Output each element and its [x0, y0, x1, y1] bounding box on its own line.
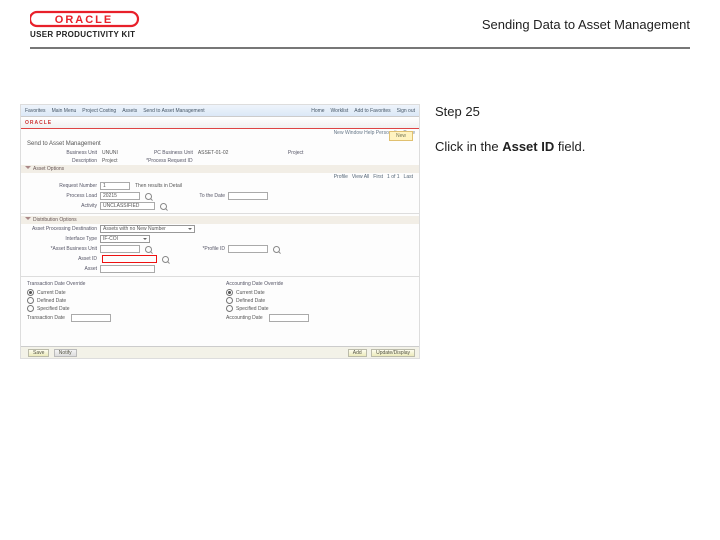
oracle-wordmark: ORACLE [30, 10, 140, 28]
update-button[interactable]: Update/Display [371, 349, 415, 357]
todate-input[interactable] [228, 192, 268, 200]
aubu-input[interactable] [100, 245, 140, 253]
page-title: Sending Data to Asset Management [482, 17, 690, 32]
acctdate-input[interactable] [269, 314, 309, 322]
last-link[interactable]: Last [404, 174, 413, 180]
profid-label: *Profile ID [155, 246, 225, 252]
procload-input[interactable]: 20215 [100, 192, 140, 200]
assetid-label: Asset ID [27, 256, 97, 262]
nav-main-menu[interactable]: Main Menu [52, 108, 77, 114]
range-text: 1 of 1 [387, 174, 400, 180]
transdate-input[interactable] [71, 314, 111, 322]
detail-options-header[interactable]: Asset Options [21, 165, 419, 173]
asset-input[interactable] [100, 265, 155, 273]
desc-label: Description [27, 158, 97, 164]
acct-override-title: Accounting Date Override [226, 281, 413, 287]
radio-specified-right[interactable]: Specified Date [226, 305, 413, 312]
aubu-label: *Asset Business Unit [27, 246, 97, 252]
dest-label: Asset Processing Destination [27, 226, 97, 232]
radio-defined-right[interactable]: Defined Date [226, 297, 413, 304]
seq-note: Then results in Detail [133, 183, 184, 189]
brand-bar: ORACLE [21, 117, 419, 129]
trans-override-title: Transaction Date Override [27, 281, 214, 287]
nav-favorites[interactable]: Favorites [25, 108, 46, 114]
todate-label: To the Date [155, 193, 225, 199]
instruction-text: Click in the Asset ID field. [435, 139, 690, 154]
app-screenshot: Favorites Main Menu Project Costing Asse… [20, 104, 420, 359]
lookup-icon[interactable] [162, 256, 169, 263]
procid-label: *Process Request ID [123, 158, 193, 164]
breadcrumb-assets[interactable]: Assets [122, 108, 137, 114]
save-button[interactable]: Save [28, 349, 49, 357]
section-title: Send to Asset Management [21, 139, 419, 149]
viewall-link[interactable]: View All [352, 174, 369, 180]
desc-value: Project [100, 158, 120, 164]
oracle-logo: ORACLE USER PRODUCTIVITY KIT [30, 10, 140, 39]
pc-label: PC Business Unit [123, 150, 193, 156]
nav-signout[interactable]: Sign out [397, 108, 415, 114]
dest-select[interactable]: Assets with no New Number [100, 225, 195, 233]
pc-value: ASSET-01-02 [196, 150, 231, 156]
upk-label: USER PRODUCTIVITY KIT [30, 30, 140, 39]
add-button[interactable]: Add [348, 349, 367, 357]
acctdate-label: Accounting Date [226, 315, 263, 321]
header-divider [30, 47, 690, 49]
transdate-label: Transaction Date [27, 315, 65, 321]
proj-label: Project [233, 150, 303, 156]
itype-label: Interface Type [27, 236, 97, 242]
radio-current-right[interactable]: Current Date [226, 289, 413, 296]
footer-toolbar: Save Notify Add Update/Display [21, 346, 419, 358]
procload-label: Process Load [27, 193, 97, 199]
profile-link[interactable]: Profile [334, 174, 348, 180]
notify-button[interactable]: Notify [54, 349, 77, 357]
lookup-icon[interactable] [273, 246, 280, 253]
lookup-icon[interactable] [160, 203, 167, 210]
seq-input[interactable]: 1 [100, 182, 130, 190]
nav-addfav[interactable]: Add to Favorites [354, 108, 390, 114]
dist-options-header[interactable]: Distribution Options [21, 216, 419, 224]
first-link[interactable]: First [373, 174, 383, 180]
activity-label: Activity [27, 203, 97, 209]
lookup-icon[interactable] [145, 246, 152, 253]
top-nav: Favorites Main Menu Project Costing Asse… [21, 105, 419, 117]
breadcrumb-send[interactable]: Send to Asset Management [143, 108, 204, 114]
radio-current-left[interactable]: Current Date [27, 289, 214, 296]
activity-input[interactable]: UNCLASSIFIED [100, 202, 155, 210]
bu-label: Business Unit [27, 150, 97, 156]
new-tab[interactable]: New [389, 131, 413, 141]
bu-value: UNUNI [100, 150, 120, 156]
step-label: Step 25 [435, 104, 690, 119]
radio-specified-left[interactable]: Specified Date [27, 305, 214, 312]
seq-label: Request Number [27, 183, 97, 189]
nav-worklist[interactable]: Worklist [331, 108, 349, 114]
breadcrumb-pc[interactable]: Project Costing [82, 108, 116, 114]
nav-home[interactable]: Home [311, 108, 324, 114]
profid-input[interactable] [228, 245, 268, 253]
asset-label: Asset [27, 266, 97, 272]
lookup-icon[interactable] [145, 193, 152, 200]
radio-defined-left[interactable]: Defined Date [27, 297, 214, 304]
window-links[interactable]: New Window Help Personalize Page [21, 129, 419, 139]
assetid-input[interactable] [102, 255, 157, 263]
itype-select[interactable]: IF-COI [100, 235, 150, 243]
svg-text:ORACLE: ORACLE [55, 14, 113, 26]
